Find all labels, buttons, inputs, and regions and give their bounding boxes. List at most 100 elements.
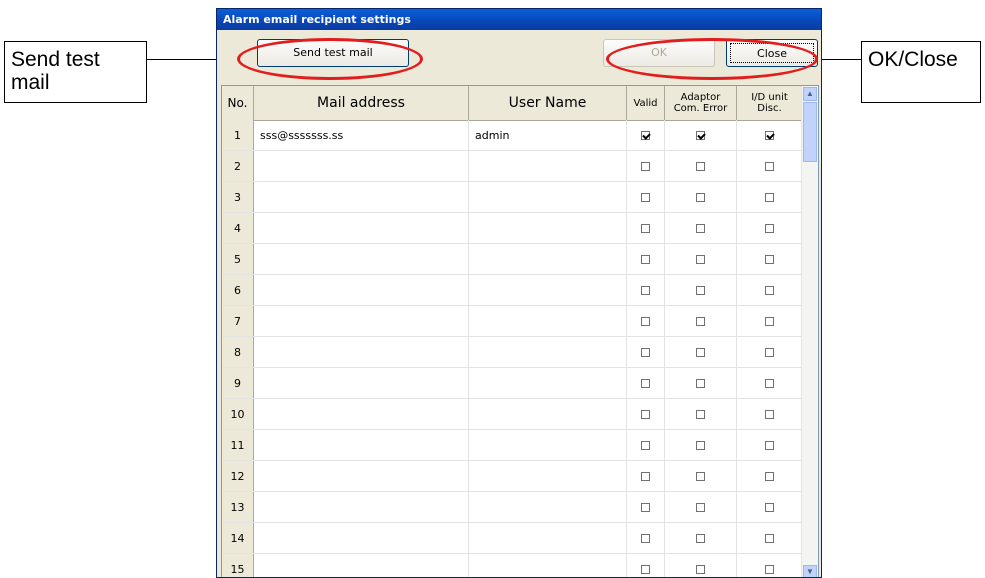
valid-checkbox[interactable] [641, 533, 650, 543]
adaptor-error-checkbox[interactable] [696, 378, 705, 388]
mail-address-cell[interactable] [254, 368, 469, 398]
valid-checkbox[interactable] [641, 285, 650, 295]
id-unit-disc-checkbox[interactable] [765, 471, 774, 481]
adaptor-error-checkbox[interactable] [696, 564, 705, 574]
user-name-cell[interactable] [469, 368, 627, 398]
valid-checkbox[interactable] [641, 347, 650, 357]
id-unit-disc-checkbox[interactable] [765, 192, 774, 202]
valid-checkbox-cell [627, 399, 665, 429]
user-name-cell[interactable] [469, 430, 627, 460]
table-row[interactable]: 2 [222, 151, 803, 182]
user-name-cell[interactable] [469, 554, 627, 577]
user-name-cell[interactable] [469, 337, 627, 367]
id-unit-disc-checkbox[interactable] [765, 316, 774, 326]
id-unit-disc-checkbox[interactable] [765, 409, 774, 419]
mail-address-cell[interactable] [254, 182, 469, 212]
adaptor-error-checkbox[interactable] [696, 192, 705, 202]
mail-address-cell[interactable]: sss@sssssss.ss [254, 120, 469, 150]
user-name-cell[interactable] [469, 244, 627, 274]
id-unit-disc-checkbox[interactable] [765, 502, 774, 512]
mail-address-cell[interactable] [254, 554, 469, 577]
valid-checkbox[interactable] [641, 502, 650, 512]
id-unit-disc-checkbox[interactable] [765, 533, 774, 543]
valid-checkbox[interactable] [641, 316, 650, 326]
adaptor-error-checkbox[interactable] [696, 254, 705, 264]
table-row[interactable]: 10 [222, 399, 803, 430]
table-row[interactable]: 14 [222, 523, 803, 554]
vertical-scrollbar[interactable]: ▲ ▼ [801, 86, 818, 577]
user-name-cell[interactable] [469, 399, 627, 429]
valid-checkbox[interactable] [641, 440, 650, 450]
table-row[interactable]: 7 [222, 306, 803, 337]
table-row[interactable]: 1 sss@sssssss.ss admin [222, 120, 803, 151]
table-row[interactable]: 8 [222, 337, 803, 368]
user-name-cell[interactable] [469, 461, 627, 491]
id-unit-disc-checkbox[interactable] [765, 285, 774, 295]
adaptor-error-checkbox[interactable] [696, 533, 705, 543]
id-unit-disc-checkbox[interactable] [765, 378, 774, 388]
valid-checkbox[interactable] [641, 409, 650, 419]
id-unit-disc-checkbox[interactable] [765, 161, 774, 171]
valid-checkbox[interactable] [641, 223, 650, 233]
table-row[interactable]: 15 [222, 554, 803, 577]
table-row[interactable]: 3 [222, 182, 803, 213]
table-row[interactable]: 5 [222, 244, 803, 275]
mail-address-cell[interactable] [254, 244, 469, 274]
user-name-cell[interactable] [469, 213, 627, 243]
ok-button[interactable]: OK [603, 39, 715, 67]
adaptor-error-checkbox[interactable] [696, 502, 705, 512]
table-row[interactable]: 9 [222, 368, 803, 399]
close-button[interactable]: Close [726, 39, 818, 67]
id-unit-disc-checkbox[interactable] [765, 223, 774, 233]
user-name-cell[interactable] [469, 492, 627, 522]
table-row[interactable]: 12 [222, 461, 803, 492]
user-name-cell[interactable] [469, 275, 627, 305]
scroll-thumb[interactable] [803, 102, 817, 162]
user-name-cell[interactable] [469, 182, 627, 212]
id-unit-disc-checkbox[interactable] [765, 440, 774, 450]
id-unit-disc-checkbox[interactable] [765, 130, 774, 140]
mail-address-cell[interactable] [254, 492, 469, 522]
adaptor-error-checkbox[interactable] [696, 130, 705, 140]
window-title: Alarm email recipient settings [217, 9, 821, 30]
user-name-cell[interactable]: admin [469, 120, 627, 150]
table-row[interactable]: 13 [222, 492, 803, 523]
table-row[interactable]: 6 [222, 275, 803, 306]
send-test-mail-button[interactable]: Send test mail [257, 39, 409, 67]
adaptor-error-checkbox[interactable] [696, 316, 705, 326]
table-row[interactable]: 4 [222, 213, 803, 244]
adaptor-error-checkbox[interactable] [696, 440, 705, 450]
adaptor-error-checkbox[interactable] [696, 471, 705, 481]
adaptor-error-checkbox-cell [665, 120, 737, 150]
mail-address-cell[interactable] [254, 213, 469, 243]
id-unit-disc-checkbox[interactable] [765, 347, 774, 357]
valid-checkbox[interactable] [641, 564, 650, 574]
valid-checkbox[interactable] [641, 192, 650, 202]
mail-address-cell[interactable] [254, 461, 469, 491]
mail-address-cell[interactable] [254, 399, 469, 429]
adaptor-error-checkbox[interactable] [696, 409, 705, 419]
valid-checkbox[interactable] [641, 471, 650, 481]
valid-checkbox[interactable] [641, 130, 650, 140]
mail-address-cell[interactable] [254, 306, 469, 336]
mail-address-cell[interactable] [254, 275, 469, 305]
valid-checkbox[interactable] [641, 161, 650, 171]
mail-address-cell[interactable] [254, 430, 469, 460]
mail-address-cell[interactable] [254, 337, 469, 367]
user-name-cell[interactable] [469, 523, 627, 553]
scroll-up-icon[interactable]: ▲ [803, 87, 817, 101]
id-unit-disc-checkbox[interactable] [765, 254, 774, 264]
user-name-cell[interactable] [469, 151, 627, 181]
mail-address-cell[interactable] [254, 523, 469, 553]
adaptor-error-checkbox[interactable] [696, 285, 705, 295]
mail-address-cell[interactable] [254, 151, 469, 181]
adaptor-error-checkbox[interactable] [696, 161, 705, 171]
adaptor-error-checkbox[interactable] [696, 347, 705, 357]
valid-checkbox[interactable] [641, 254, 650, 264]
user-name-cell[interactable] [469, 306, 627, 336]
table-row[interactable]: 11 [222, 430, 803, 461]
valid-checkbox-cell [627, 213, 665, 243]
adaptor-error-checkbox[interactable] [696, 223, 705, 233]
id-unit-disc-checkbox[interactable] [765, 564, 774, 574]
valid-checkbox[interactable] [641, 378, 650, 388]
